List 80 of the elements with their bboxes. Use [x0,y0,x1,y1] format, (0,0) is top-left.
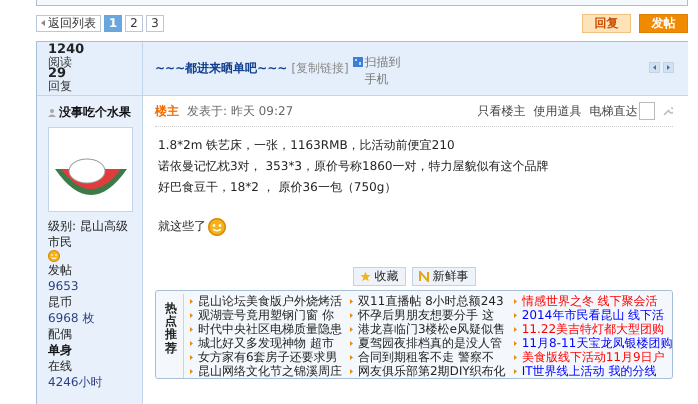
hot-topic-link[interactable]: 女方家有6套房子还要求男 [190,350,342,364]
bullet-icon [350,298,353,304]
replies-count: 29 [48,68,66,80]
bullet-icon [514,298,517,304]
post-text-line: 诺依曼记忆枕3对， 353*3，原价号称1860一对，特力屋貌似有这个品牌 [158,158,550,175]
stat-value: 4246小时 [48,374,104,390]
hot-topic-link[interactable]: 城北好又多发现神物 超市 [190,336,342,350]
stat-label: 在线 [48,358,73,374]
stat-label: 配偶 [48,326,73,342]
views-label: 阅读 [48,56,73,68]
hot-topic-link[interactable]: 双11直播帖 8小时总额243 [350,294,506,308]
stat-value: 9653 [48,278,80,294]
hot-topic-link[interactable]: 观湖壹号竟用塑钢门窗 你 [190,308,342,322]
hot-topic-link[interactable]: 时代中央社区电梯质量隐患 [190,322,342,336]
bullet-icon [190,354,193,360]
user-icon [48,108,56,117]
bullet-icon [190,368,193,374]
smiley-icon [48,250,60,262]
letter-n-icon [418,271,429,282]
hot-topic-link[interactable]: 2014年市民看昆山 线下活 [514,308,672,322]
bullet-icon [514,354,517,360]
hot-topic-link[interactable]: 11.22美吉特灯都大型团购 [514,322,672,336]
hot-topic-link[interactable]: 昆山网络文化节之锦溪周庄 [190,364,342,378]
post-text-line: 好巴食豆干，18*2 ， 原价36一包（750g） [158,179,398,196]
caret-left-icon [653,65,656,70]
post-tool-link[interactable]: 电梯直达 [589,102,638,120]
back-to-list-button[interactable]: 返回列表 [36,14,101,32]
post-tool-link[interactable]: 使用道具 [533,102,582,120]
post-text-line: 就这些了 [158,218,206,235]
reply-button[interactable]: 回复 [582,14,631,32]
stat-label: 昆币 [48,294,73,310]
stat-value: 单身 [48,342,73,358]
page-link[interactable]: 2 [125,14,143,32]
bullet-icon [190,298,193,304]
stat-label: 发帖 [48,262,73,278]
stat-value: 6968 枚 [48,310,96,326]
hot-topic-link[interactable]: 美食版线下活动11月9日户 [514,350,672,364]
post-tool-link[interactable]: 只看楼主 [477,102,526,120]
hot-topic-link[interactable]: 港龙喜临门3楼松e风疑似售 [350,322,506,336]
post-text-line: 1.8*2m 铁艺床，一张，1163RMB，比活动前便宜210 [158,137,456,154]
star-icon [360,271,371,282]
hot-topic-link[interactable]: 昆山论坛美食版户外烧烤活 [190,294,342,308]
author-name[interactable]: 没事吃个水果 [48,104,142,121]
page-link[interactable]: 3 [146,14,164,32]
hot-topic-link[interactable]: 网友俱乐部第2期DIY织布化 [350,364,506,378]
bullet-icon [514,340,517,346]
next-thread-button[interactable] [663,62,674,73]
hot-topic-link[interactable]: 情感世界之冬 线下聚会活 [514,294,672,308]
hot-topic-link[interactable]: IT世界线上活动 我的分线 [514,364,672,378]
previous-thread-button[interactable] [649,62,660,73]
bullet-icon [190,326,193,332]
post-time: 发表于: 昨天 09:27 [187,102,294,120]
floor-jump-field[interactable] [639,102,656,120]
hot-topic-link[interactable]: 11月8-11天宝龙凤银楼团购 [514,336,672,350]
share-news-button[interactable]: 新鲜事 [412,267,476,286]
hot-topic-link[interactable]: 夏驾园夜排档真的是没人管 [350,336,506,350]
smiley-icon [208,218,226,236]
scan-to-phone-link[interactable]: 扫描到手机 [352,54,407,88]
bullet-icon [190,340,193,346]
bullet-icon [350,368,353,374]
op-label: 楼主 [155,102,179,120]
replies-label: 回复 [48,80,73,92]
bullet-icon [514,326,517,332]
bullet-icon [350,354,353,360]
views-count: 1240 [48,44,86,56]
thread-title: ~~~都进来晒单吧~~~ [155,60,288,77]
user-level: 级别: 昆山高级市民 [48,218,129,250]
hot-topics-label: 热点推荐 [161,294,184,378]
qr-code-icon [352,57,363,67]
bullet-icon [350,326,353,332]
bullet-icon [350,312,353,318]
caret-right-icon [667,65,670,70]
hot-topic-link[interactable]: 怀孕后男朋友想要分手 这 [350,308,506,322]
bullet-icon [514,312,517,318]
hot-topic-link[interactable]: 合同到期租客不走 警察不 [350,350,506,364]
favorite-button[interactable]: 收藏 [352,267,406,286]
caret-left-icon [41,20,45,26]
bullet-icon [514,368,517,374]
bullet-icon [190,312,193,318]
bullet-icon [350,340,353,346]
